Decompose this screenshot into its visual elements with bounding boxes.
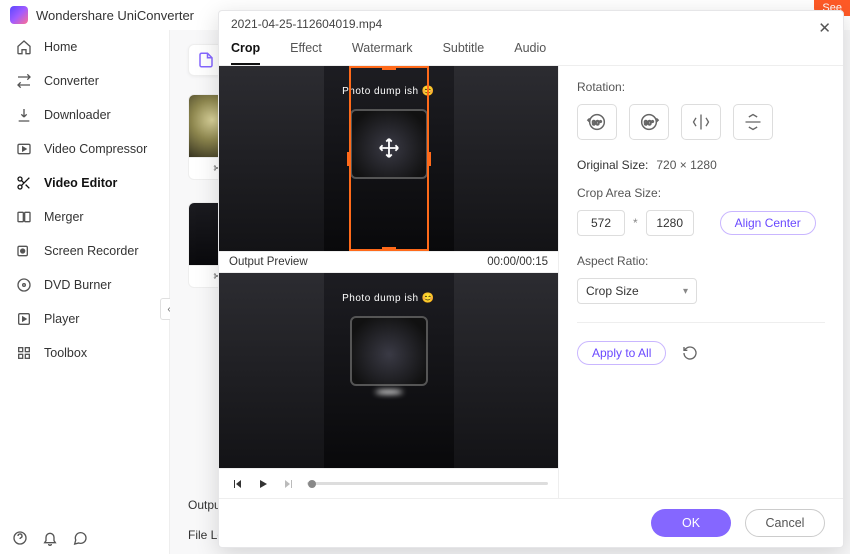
flip-vertical-button[interactable] <box>733 104 773 140</box>
grid-icon <box>16 345 32 361</box>
video-content <box>350 316 428 386</box>
sidebar-item-video-editor[interactable]: Video Editor <box>0 166 169 200</box>
preview-column: Photo dump ish 😊 Output Preview 00:00/00… <box>219 66 559 498</box>
next-frame-button[interactable] <box>281 476 297 492</box>
app-logo <box>10 6 28 24</box>
sidebar-item-home[interactable]: Home <box>0 30 169 64</box>
seek-slider[interactable] <box>307 482 548 485</box>
multiply-symbol: * <box>633 216 638 230</box>
modal-tabs: Crop Effect Watermark Subtitle Audio <box>219 31 843 66</box>
crop-dialog: 2021-04-25-112604019.mp4 ✕ Crop Effect W… <box>218 10 844 548</box>
original-size-value: 720 × 1280 <box>656 158 716 172</box>
app-title: Wondershare UniConverter <box>36 8 194 23</box>
cancel-button[interactable]: Cancel <box>745 509 825 537</box>
sidebar-label: Player <box>44 312 79 326</box>
output-preview-label: Output Preview <box>229 256 308 268</box>
disc-icon <box>16 277 32 293</box>
chat-icon[interactable] <box>72 530 88 546</box>
crop-handle-top[interactable] <box>382 66 396 70</box>
output-preview-bar: Output Preview 00:00/00:15 <box>219 251 558 273</box>
modal-filename: 2021-04-25-112604019.mp4 <box>231 17 382 31</box>
download-icon <box>16 107 32 123</box>
sidebar-item-player[interactable]: Player <box>0 302 169 336</box>
rotate-cw-button[interactable]: 90° <box>629 104 669 140</box>
video-caption: Photo dump ish 😊 <box>342 293 435 304</box>
source-preview[interactable]: Photo dump ish 😊 <box>219 66 558 251</box>
play-button[interactable] <box>255 476 271 492</box>
crop-area-label: Crop Area Size: <box>577 186 825 200</box>
play-icon <box>16 311 32 327</box>
aspect-ratio-select[interactable]: Crop Size ▾ <box>577 278 697 304</box>
sidebar-label: Merger <box>44 210 84 224</box>
crop-rectangle[interactable] <box>349 66 429 251</box>
crop-handle-left[interactable] <box>347 152 351 166</box>
compressor-icon <box>16 141 32 157</box>
sidebar-label: Home <box>44 40 77 54</box>
tab-crop[interactable]: Crop <box>231 35 260 65</box>
aspect-ratio-value: Crop Size <box>586 284 639 298</box>
converter-icon <box>16 73 32 89</box>
sidebar-item-screen-recorder[interactable]: Screen Recorder <box>0 234 169 268</box>
crop-handle-right[interactable] <box>427 152 431 166</box>
aspect-ratio-label: Aspect Ratio: <box>577 254 825 268</box>
merger-icon <box>16 209 32 225</box>
crop-width-input[interactable] <box>577 210 625 236</box>
align-center-button[interactable]: Align Center <box>720 211 816 235</box>
crop-height-input[interactable] <box>646 210 694 236</box>
seek-knob[interactable] <box>308 480 316 488</box>
flip-horizontal-button[interactable] <box>681 104 721 140</box>
apply-to-all-button[interactable]: Apply to All <box>577 341 666 365</box>
rotate-ccw-button[interactable]: 90° <box>577 104 617 140</box>
move-icon[interactable] <box>378 137 400 159</box>
prev-frame-button[interactable] <box>229 476 245 492</box>
sidebar-item-merger[interactable]: Merger <box>0 200 169 234</box>
modal-footer: OK Cancel <box>219 498 843 547</box>
original-size-label: Original Size: <box>577 158 648 172</box>
bell-icon[interactable] <box>42 530 58 546</box>
output-preview: Photo dump ish 😊 <box>219 273 558 468</box>
help-icon[interactable] <box>12 530 28 546</box>
rotation-label: Rotation: <box>577 80 825 94</box>
sidebar-item-converter[interactable]: Converter <box>0 64 169 98</box>
sidebar-item-compressor[interactable]: Video Compressor <box>0 132 169 166</box>
sidebar-label: Screen Recorder <box>44 244 139 258</box>
close-icon[interactable]: ✕ <box>818 19 831 37</box>
tab-effect[interactable]: Effect <box>290 35 322 65</box>
sidebar-label: Downloader <box>44 108 111 122</box>
crop-handle-bottom[interactable] <box>382 247 396 251</box>
record-icon <box>16 243 32 259</box>
sidebar: Home Converter Downloader Video Compress… <box>0 30 170 554</box>
scissors-icon <box>16 175 32 191</box>
sidebar-label: Video Editor <box>44 176 117 190</box>
sidebar-label: Video Compressor <box>44 142 147 156</box>
tab-audio[interactable]: Audio <box>514 35 546 65</box>
sidebar-label: DVD Burner <box>44 278 111 292</box>
sidebar-item-dvd-burner[interactable]: DVD Burner <box>0 268 169 302</box>
home-icon <box>16 39 32 55</box>
svg-text:90°: 90° <box>644 119 654 127</box>
ok-button[interactable]: OK <box>651 509 731 537</box>
playback-controls <box>219 468 558 498</box>
reset-icon[interactable] <box>682 345 698 361</box>
chevron-down-icon: ▾ <box>683 286 688 297</box>
sidebar-label: Toolbox <box>44 346 87 360</box>
crop-settings: Rotation: 90° 90° Original Size: 720 × 1… <box>559 66 843 498</box>
tab-subtitle[interactable]: Subtitle <box>443 35 485 65</box>
svg-text:90°: 90° <box>592 119 602 127</box>
sidebar-item-downloader[interactable]: Downloader <box>0 98 169 132</box>
tab-watermark[interactable]: Watermark <box>352 35 413 65</box>
sidebar-bottom-icons <box>12 530 88 546</box>
sidebar-item-toolbox[interactable]: Toolbox <box>0 336 169 370</box>
playback-time: 00:00/00:15 <box>487 256 548 268</box>
sidebar-label: Converter <box>44 74 99 88</box>
